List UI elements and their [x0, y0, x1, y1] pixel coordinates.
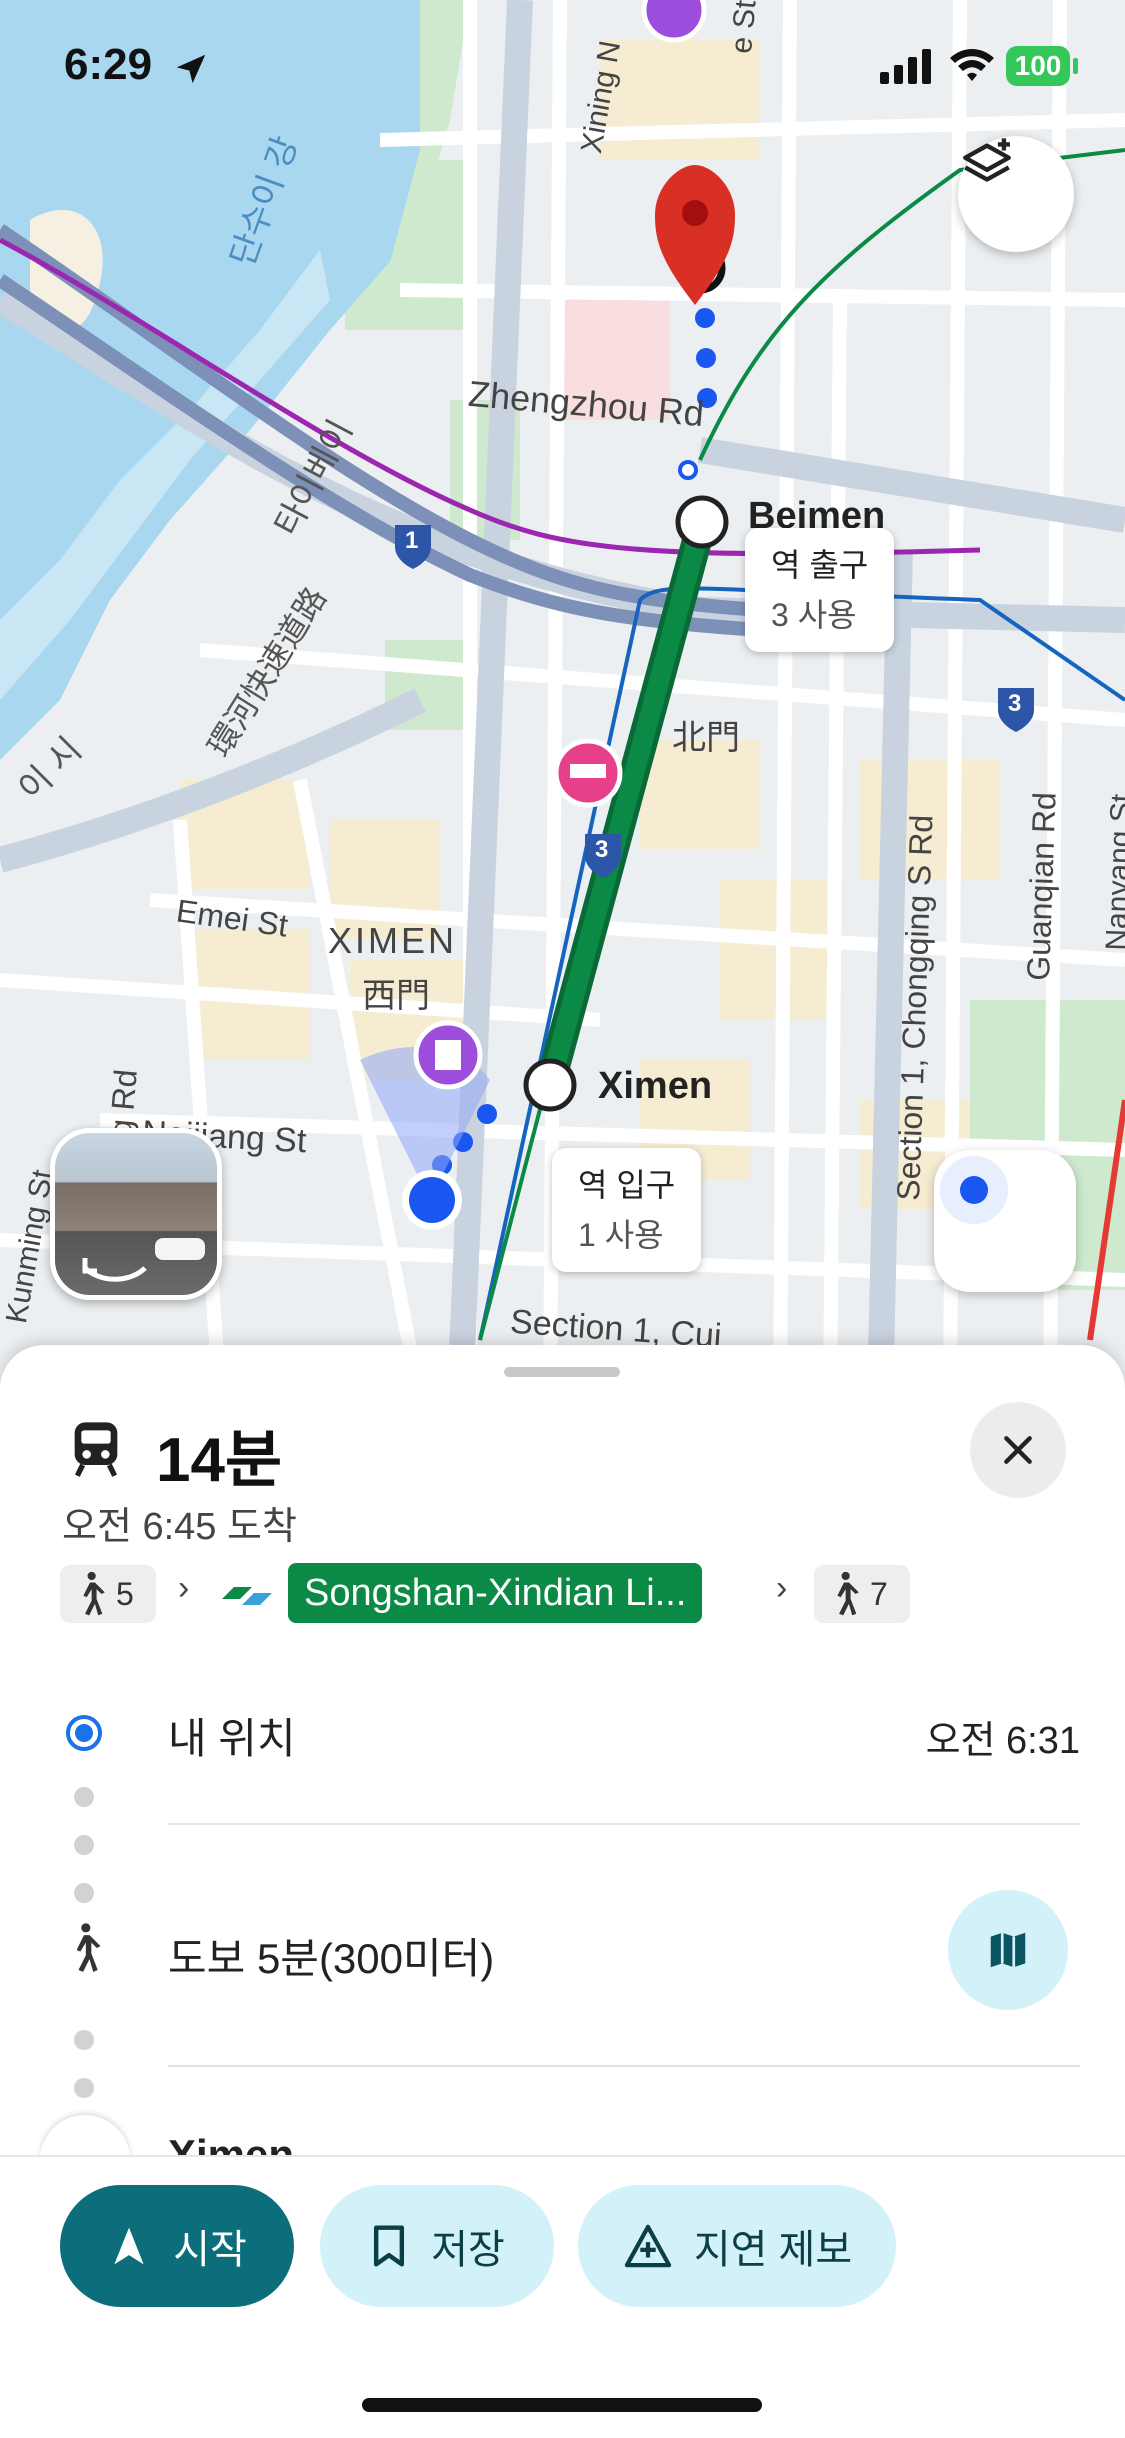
- navigation-arrow-icon: [114, 2227, 144, 2265]
- street-view-thumbnail[interactable]: [50, 1128, 222, 1300]
- route-dot: [74, 2078, 94, 2098]
- route-dot: [74, 1883, 94, 1903]
- status-bar: 6:29 100: [0, 0, 1125, 130]
- route-shield-1: 1: [405, 527, 419, 554]
- location-arrow-icon: [176, 54, 206, 84]
- station-exit-callout[interactable]: 역 출구 3 사용: [745, 528, 895, 652]
- station-entrance-callout[interactable]: 역 입구 1 사용: [552, 1148, 702, 1272]
- walk-segment-minutes: 7: [870, 1575, 888, 1612]
- station-label-ximen: Ximen: [598, 1065, 713, 1107]
- street-label-guanqian: Guanqian Rd: [1020, 791, 1063, 982]
- save-button[interactable]: 저장: [320, 2185, 554, 2307]
- chevron-right-icon: ›: [178, 1569, 190, 1607]
- step-walk[interactable]: 도보 5분(300미터): [168, 1925, 494, 1986]
- chevron-right-icon: ›: [776, 1569, 788, 1607]
- route-dot: [74, 1787, 94, 1807]
- sheet-drag-handle[interactable]: [504, 1367, 620, 1377]
- arrival-time: 오전 6:45 도착: [62, 1506, 297, 1548]
- start-button[interactable]: 시작: [60, 2185, 294, 2307]
- my-location-button[interactable]: [934, 1150, 1076, 1292]
- step-divider: [168, 2065, 1080, 2067]
- status-time: 6:29: [64, 40, 153, 89]
- cellular-signal-icon: [880, 49, 931, 84]
- walk-icon: [837, 1571, 859, 1616]
- close-icon: [1004, 1436, 1032, 1464]
- start-button-label: 시작: [173, 2228, 247, 2272]
- step-divider: [168, 1823, 1080, 1825]
- route-dot: [74, 1835, 94, 1855]
- layers-icon: [963, 138, 1011, 182]
- step-depart-time: 오전 6:31: [925, 1720, 1080, 1762]
- train-icon: [74, 1422, 118, 1477]
- route-shield-3: 3: [595, 836, 609, 863]
- action-bar: 시작 저장 지연 제보: [0, 2155, 1125, 2438]
- wifi-icon: [950, 49, 994, 81]
- route-shield-3: 3: [1008, 690, 1022, 717]
- battery-tip: [1073, 58, 1078, 74]
- route-dot: [74, 2030, 94, 2050]
- bookmark-icon: [374, 2225, 405, 2267]
- walk-segment-chip: 7: [814, 1565, 910, 1623]
- district-label-ximen-zh: 西門: [362, 977, 430, 1015]
- entrance-callout-title: 역 입구: [578, 1167, 676, 1203]
- metro-logo-icon: [222, 1587, 272, 1605]
- exit-callout-sub: 3 사용: [771, 597, 857, 633]
- walk-segment-minutes: 5: [116, 1575, 134, 1612]
- save-button-label: 저장: [431, 2228, 505, 2272]
- map-view[interactable]: 1 3 3 단수이 강 타이베이 環河快速道路 이 시 Xining N e S…: [0, 0, 1125, 1400]
- close-button[interactable]: [970, 1402, 1066, 1498]
- origin-dot-icon: [66, 1715, 102, 1751]
- battery-indicator: 100: [1006, 46, 1070, 86]
- landmark-label-beimen-zh: 北門: [672, 719, 740, 757]
- layers-button[interactable]: [958, 136, 1074, 252]
- walk-segment-chip: 5: [60, 1565, 156, 1623]
- walk-icon: [76, 1923, 101, 1972]
- home-indicator[interactable]: [362, 2398, 762, 2412]
- step-my-location[interactable]: 내 위치: [168, 1705, 296, 1766]
- exit-callout-title: 역 출구: [771, 547, 869, 583]
- street-view-rotate-icon: [82, 1238, 205, 1282]
- warning-plus-icon: [624, 2224, 672, 2268]
- report-delay-button[interactable]: 지연 제보: [578, 2185, 896, 2307]
- district-label-ximen: XIMEN: [328, 920, 458, 961]
- walk-map-button[interactable]: [948, 1890, 1068, 2010]
- entrance-callout-sub: 1 사용: [578, 1217, 664, 1253]
- walk-icon: [83, 1571, 105, 1616]
- street-label-nanyang: Nanyang St: [1100, 793, 1125, 952]
- my-location-icon: [940, 1156, 1008, 1224]
- map-icon: [990, 1932, 1026, 1968]
- report-delay-label: 지연 제보: [693, 2228, 853, 2272]
- trip-duration: 14분: [156, 1426, 283, 1495]
- transit-line-chip: Songshan-Xindian Li...: [288, 1563, 703, 1623]
